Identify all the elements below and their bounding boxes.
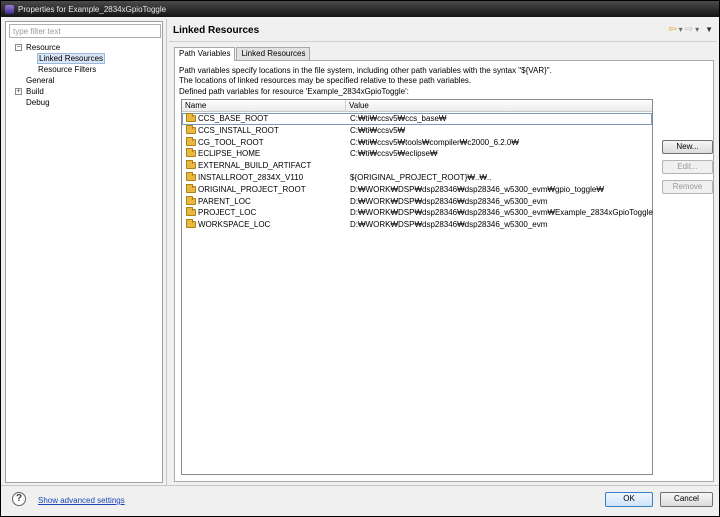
- folder-icon: [186, 148, 196, 158]
- path-variables-panel: Path variables specify locations in the …: [174, 60, 714, 482]
- divider: [169, 41, 717, 42]
- description-line: The locations of linked resources may be…: [179, 76, 472, 85]
- description-line: Path variables specify locations in the …: [179, 66, 552, 75]
- folder-icon: [186, 124, 196, 134]
- variable-value: C:₩ti₩ccsv5₩ccs_base₩: [350, 114, 447, 123]
- variable-value: C:₩ti₩ccsv5₩: [350, 125, 406, 135]
- folder-icon: [186, 113, 196, 122]
- table-row[interactable]: PROJECT_LOC D:₩WORK₩DSP₩dsp28346₩dsp2834…: [182, 207, 653, 219]
- variable-name: EXTERNAL_BUILD_ARTIFACT: [198, 161, 312, 171]
- tree-item-label: Resource Filters: [38, 65, 97, 74]
- variable-name: WORKSPACE_LOC: [198, 220, 271, 230]
- chevron-down-icon[interactable]: ▾: [679, 25, 683, 35]
- path-variables-table: Name Value CCS_BASE_ROOT C:₩ti₩ccsv5₩ccs…: [181, 99, 653, 475]
- remove-button[interactable]: Remove: [662, 180, 713, 194]
- variable-value: C:₩ti₩ccsv5₩eclipse₩: [350, 149, 438, 159]
- tree-item-label: General: [26, 76, 55, 85]
- chevron-down-icon[interactable]: ▾: [695, 25, 699, 35]
- title-bar: Properties for Example_2834xGpioToggle: [1, 1, 719, 17]
- variable-name: ORIGINAL_PROJECT_ROOT: [198, 184, 306, 194]
- help-icon[interactable]: ?: [12, 492, 26, 506]
- variable-name: INSTALLROOT_2834X_V110: [198, 172, 304, 182]
- description: Path variables specify locations in the …: [179, 66, 552, 86]
- column-header-name[interactable]: Name: [182, 100, 346, 112]
- collapse-toggle-icon[interactable]: −: [15, 44, 22, 51]
- folder-icon: [186, 219, 196, 229]
- category-panel: − Resource Linked Resources Resource Fil…: [5, 21, 163, 483]
- table-row[interactable]: ORIGINAL_PROJECT_ROOT D:₩WORK₩DSP₩dsp283…: [182, 183, 652, 196]
- sash-divider[interactable]: [166, 19, 167, 485]
- page-title: Linked Resources: [173, 25, 260, 36]
- table-row[interactable]: INSTALLROOT_2834X_V110 ${ORIGINAL_PROJEC…: [182, 171, 652, 184]
- folder-icon: [186, 136, 196, 146]
- folder-icon: [186, 195, 196, 205]
- tab-path-variables[interactable]: Path Variables: [174, 47, 236, 61]
- variable-name: PROJECT_LOC: [198, 208, 257, 218]
- defined-variables-label: Defined path variables for resource 'Exa…: [179, 87, 409, 96]
- table-row[interactable]: ECLIPSE_HOME C:₩ti₩ccsv5₩eclipse₩: [182, 148, 652, 160]
- expand-toggle-icon[interactable]: +: [15, 88, 22, 95]
- folder-icon: [186, 207, 196, 217]
- filter-input[interactable]: [9, 24, 161, 38]
- tree-item-label: Debug: [26, 98, 50, 107]
- variable-name: PARENT_LOC: [198, 196, 251, 206]
- tree-item-general[interactable]: General: [6, 75, 162, 86]
- column-header-value[interactable]: Value: [346, 100, 652, 112]
- table-row[interactable]: WORKSPACE_LOC D:₩WORK₩DSP₩dsp28346₩dsp28…: [182, 219, 652, 231]
- properties-page: Linked Resources ⇦ ▾ ⇨ ▾ ▼ Path Variable…: [169, 19, 717, 485]
- tree-item-debug[interactable]: Debug: [6, 97, 162, 108]
- tree-item-label: Linked Resources: [37, 53, 106, 64]
- ok-button[interactable]: OK: [605, 492, 653, 507]
- variable-name: CCS_BASE_ROOT: [198, 114, 269, 123]
- tree-item-label: Build: [26, 87, 44, 96]
- variable-value: ${ORIGINAL_PROJECT_ROOT}₩..₩..: [350, 172, 492, 182]
- category-tree: − Resource Linked Resources Resource Fil…: [6, 42, 162, 108]
- table-body: CCS_BASE_ROOT C:₩ti₩ccsv5₩ccs_base₩ CCS_…: [182, 113, 653, 231]
- variable-name: CG_TOOL_ROOT: [198, 137, 264, 147]
- back-arrow-icon[interactable]: ⇦: [668, 25, 676, 35]
- window-title: Properties for Example_2834xGpioToggle: [18, 4, 167, 14]
- variable-name: ECLIPSE_HOME: [198, 149, 261, 159]
- variable-value: C:₩ti₩ccsv5₩tools₩compiler₩c2000_6.2.0₩: [350, 137, 519, 147]
- table-row[interactable]: CCS_BASE_ROOT C:₩ti₩ccsv5₩ccs_base₩: [182, 113, 652, 125]
- variable-value: D:₩WORK₩DSP₩dsp28346₩dsp28346_w5300_evm: [350, 196, 548, 206]
- view-menu-icon[interactable]: ▼: [705, 25, 713, 35]
- variable-name: CCS_INSTALL_ROOT: [198, 125, 279, 135]
- tree-item-build[interactable]: + Build: [6, 86, 162, 97]
- properties-dialog: Properties for Example_2834xGpioToggle −…: [0, 0, 720, 517]
- forward-arrow-icon[interactable]: ⇨: [685, 25, 693, 35]
- table-row[interactable]: CG_TOOL_ROOT C:₩ti₩ccsv5₩tools₩compiler₩…: [182, 136, 652, 149]
- folder-icon: [186, 183, 196, 193]
- show-advanced-settings-link[interactable]: Show advanced settings: [38, 496, 125, 505]
- tree-item-resource-filters[interactable]: Resource Filters: [6, 64, 162, 75]
- divider: [1, 485, 719, 486]
- variable-value: D:₩WORK₩DSP₩dsp28346₩dsp28346_w5300_evm₩…: [350, 208, 653, 218]
- table-row[interactable]: CCS_INSTALL_ROOT C:₩ti₩ccsv5₩: [182, 124, 652, 137]
- tab-bar: Path Variables Linked Resources: [174, 47, 311, 61]
- variable-value: D:₩WORK₩DSP₩dsp28346₩dsp28346_w5300_evm: [350, 220, 548, 230]
- tree-item-label: Resource: [26, 43, 61, 52]
- tree-item-linked-resources[interactable]: Linked Resources: [6, 53, 162, 64]
- tab-linked-resources[interactable]: Linked Resources: [236, 47, 311, 60]
- edit-button[interactable]: Edit...: [662, 160, 713, 174]
- page-navigation: ⇦ ▾ ⇨ ▾ ▼: [668, 25, 713, 35]
- table-row[interactable]: PARENT_LOC D:₩WORK₩DSP₩dsp28346₩dsp28346…: [182, 195, 652, 208]
- cancel-button[interactable]: Cancel: [660, 492, 713, 507]
- tree-item-resource[interactable]: − Resource: [6, 42, 162, 53]
- folder-icon: [186, 171, 196, 181]
- table-header: Name Value: [182, 100, 652, 112]
- new-button[interactable]: New...: [662, 140, 713, 154]
- table-row[interactable]: EXTERNAL_BUILD_ARTIFACT: [182, 160, 652, 172]
- eclipse-icon: [5, 4, 14, 14]
- variable-value: D:₩WORK₩DSP₩dsp28346₩dsp28346_w5300_evm₩…: [350, 184, 604, 194]
- folder-icon: [186, 160, 196, 170]
